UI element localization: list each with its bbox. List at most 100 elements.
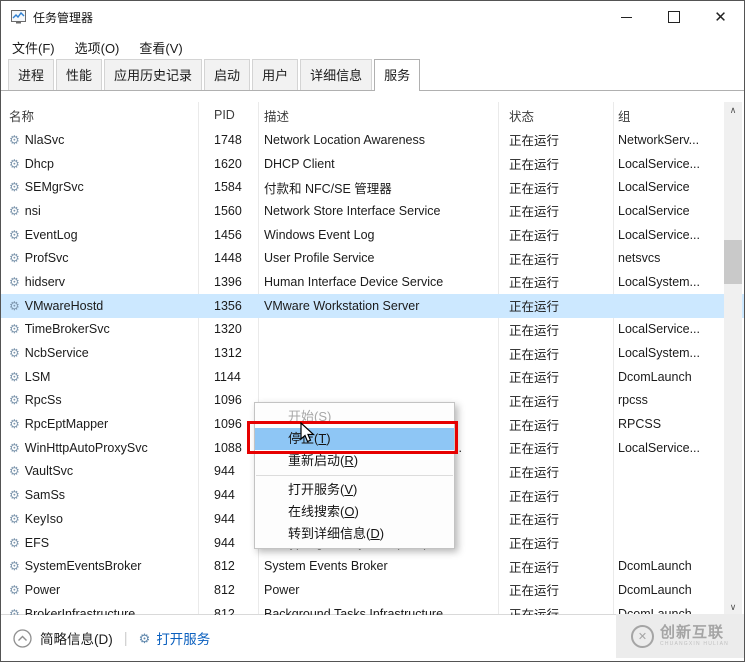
watermark: ✕ 创新互联 CHUANGXIN HULIAN (616, 614, 744, 658)
service-group: LocalService... (618, 227, 700, 242)
service-gear-icon: ⚙ (9, 251, 20, 266)
service-row-SystemEventsBroker[interactable]: ⚙ SystemEventsBroker 812 System Events Brok… (1, 554, 744, 578)
service-desc: Network Location Awareness (264, 132, 425, 147)
service-row-VMwareHostd[interactable]: ⚙ VMwareHostd 1356 VMware Workstation Serve… (1, 293, 744, 318)
service-group: NetworkServ... (618, 132, 700, 147)
service-status: 正在运行 (509, 489, 560, 504)
scrollbar-thumb[interactable] (724, 240, 742, 284)
service-name: ⚙ EFS (9, 535, 50, 550)
service-pid: 812 (214, 582, 235, 597)
vertical-scrollbar[interactable]: ∧ ∨ (724, 102, 742, 615)
service-row-LSM[interactable]: ⚙ LSM 1144 正在运行 DcomLaunch (1, 365, 744, 389)
service-gear-icon: ⚙ (9, 417, 20, 432)
menu-item-2[interactable]: 查看(V) (139, 38, 182, 57)
service-pid: 812 (214, 606, 235, 615)
service-row-TimeBrokerSvc[interactable]: ⚙ TimeBrokerSvc 1320 正在运行 LocalService... (1, 318, 744, 342)
services-gear-icon: ⚙ (138, 630, 151, 646)
service-row-NlaSvc[interactable]: ⚙ NlaSvc 1748 Network Location Awareness 正在运… (1, 128, 744, 152)
service-desc: User Profile Service (264, 251, 375, 266)
service-name: ⚙ hidserv (9, 274, 66, 289)
open-services-link[interactable]: ⚙ 打开服务 (139, 628, 211, 648)
tab-1[interactable]: 性能 (56, 59, 103, 90)
service-row-EventLog[interactable]: ⚙ EventLog 1456 Windows Event Log 正在运行 LocalS… (1, 223, 744, 247)
service-pid: 944 (214, 488, 235, 503)
service-status: 正在运行 (509, 181, 560, 196)
column-header-desc[interactable]: 描述 (258, 106, 498, 125)
service-row-NcbService[interactable]: ⚙ NcbService 1312 正在运行 LocalSystem... (1, 341, 744, 365)
service-desc: 付款和 NFC/SE 管理器 (264, 181, 392, 196)
service-pid: 1748 (214, 132, 242, 147)
service-row-SEMgrSvc[interactable]: ⚙ SEMgrSvc 1584 付款和 NFC/SE 管理器 正在运行 LocalServ… (1, 175, 744, 199)
service-gear-icon: ⚙ (9, 535, 20, 550)
service-gear-icon: ⚙ (9, 322, 20, 337)
tab-2[interactable]: 应用历史记录 (104, 59, 203, 90)
service-group: LocalService (618, 180, 690, 195)
service-desc: Network Store Interface Service (264, 203, 441, 218)
service-name: ⚙ NcbService (9, 346, 89, 361)
service-name: ⚙ LSM (9, 369, 51, 384)
fewer-details-toggle[interactable]: 简略信息(D) (13, 628, 113, 648)
tab-5[interactable]: 详细信息 (300, 59, 373, 90)
service-group: DcomLaunch (618, 582, 692, 597)
service-name: ⚙ BrokerInfrastructure (1, 607, 198, 615)
service-status: 正在运行 (509, 465, 560, 480)
service-group: DcomLaunch (618, 559, 692, 574)
tab-4[interactable]: 用户 (252, 59, 299, 90)
service-name: ⚙ EventLog (9, 227, 78, 242)
service-gear-icon: ⚙ (9, 346, 20, 361)
tab-3[interactable]: 启动 (204, 59, 251, 90)
service-status: 正在运行 (509, 134, 560, 149)
context-menu-item-D[interactable]: 转到详细信息(D) (255, 523, 454, 545)
service-name: ⚙ TimeBrokerSvc (9, 322, 110, 337)
service-gear-icon: ⚙ (9, 488, 20, 503)
service-pid: 812 (214, 559, 235, 574)
service-status: 正在运行 (509, 205, 560, 220)
title-bar: 任务管理器 ✕ (1, 1, 744, 33)
service-status: 正在运行 (509, 371, 560, 386)
context-menu-item-V[interactable]: 打开服务(V) (255, 479, 454, 501)
service-row-hidserv[interactable]: ⚙ hidserv 1396 Human Interface Device Servi… (1, 270, 744, 294)
service-pid: 1448 (214, 251, 242, 266)
context-menu-item-O[interactable]: 在线搜索(O) (255, 501, 454, 523)
service-pid: 1144 (214, 369, 241, 384)
close-icon: ✕ (714, 8, 727, 26)
statusbar-divider: | (123, 629, 128, 647)
column-header-status[interactable]: 状态 (498, 106, 613, 125)
service-row-BrokerInfrastructure[interactable]: ⚙ BrokerInfrastructure 812 Background Tasks… (1, 602, 744, 615)
service-name: ⚙ RpcSs (9, 393, 62, 408)
service-row-Power[interactable]: ⚙ Power 812 Power 正在运行 DcomLaunch (1, 578, 744, 602)
service-desc: Windows Event Log (264, 227, 375, 242)
close-button[interactable]: ✕ (697, 1, 744, 33)
service-row-ProfSvc[interactable]: ⚙ ProfSvc 1448 User Profile Service 正在运行 nets… (1, 246, 744, 270)
service-row-nsi[interactable]: ⚙ nsi 1560 Network Store Interface Service 正… (1, 199, 744, 223)
watermark-brand: 创新互联 (660, 624, 725, 641)
service-gear-icon: ⚙ (9, 274, 20, 289)
service-pid: 944 (214, 535, 235, 550)
menu-item-0[interactable]: 文件(F) (12, 38, 55, 57)
service-gear-icon: ⚙ (9, 227, 20, 242)
scroll-down-icon[interactable]: ∨ (724, 599, 742, 615)
tab-0[interactable]: 进程 (8, 59, 55, 90)
service-pid: 1096 (214, 393, 242, 408)
highlight-box (247, 421, 458, 454)
service-status: 正在运行 (509, 394, 560, 409)
service-gear-icon: ⚙ (9, 393, 20, 408)
tab-6-active[interactable]: 服务 (374, 59, 421, 91)
service-status: 正在运行 (509, 276, 560, 291)
maximize-button[interactable] (650, 1, 697, 33)
service-desc: Background Tasks Infrastructure... (264, 606, 454, 615)
minimize-button[interactable] (603, 1, 650, 33)
service-group: LocalSystem... (618, 274, 700, 289)
column-header-name[interactable]: 名称 (1, 106, 198, 125)
column-header-group[interactable]: 组 (613, 106, 724, 125)
column-header-pid[interactable]: ∨PID (198, 108, 258, 122)
task-manager-window: 任务管理器 ✕ 文件(F) 选项(O) 查看(V) 进程 性能 应用历史记录 启动 用户 详细… (0, 0, 745, 662)
service-gear-icon: ⚙ (9, 132, 20, 147)
service-pid: 1396 (214, 274, 242, 289)
service-gear-icon: ⚙ (9, 511, 20, 526)
service-status: 正在运行 (509, 229, 560, 244)
service-row-Dhcp[interactable]: ⚙ Dhcp 1620 DHCP Client 正在运行 LocalService... (1, 152, 744, 176)
menu-item-1[interactable]: 选项(O) (75, 38, 120, 57)
service-desc: System Events Broker (264, 559, 388, 574)
scroll-up-icon[interactable]: ∧ (724, 102, 742, 118)
